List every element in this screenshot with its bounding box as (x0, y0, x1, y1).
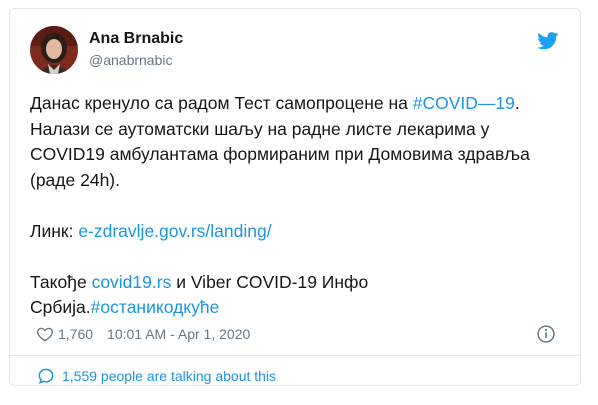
talking-about-link[interactable]: 1,559 people are talking about this (36, 366, 276, 386)
divider (10, 355, 580, 356)
text-segment: Данас кренуло са радом Тест самопроцене … (30, 93, 413, 113)
tweet-line: Линк: e-zdravlje.gov.rs/landing/ (30, 219, 565, 245)
like-count[interactable]: 1,760 (58, 326, 93, 342)
author-display-name[interactable]: Ana Brnabic (89, 29, 183, 49)
author-names: Ana Brnabic @anabrnabic (89, 29, 183, 70)
twitter-bird-icon[interactable] (537, 32, 559, 50)
hashtag-covid19[interactable]: #COVID—19 (413, 93, 515, 113)
text-segment: и Viber COVID-19 Инфо (171, 271, 369, 292)
tweet-card[interactable]: Ana Brnabic @anabrnabic Данас кренуло са… (9, 8, 581, 386)
author-avatar[interactable] (30, 26, 78, 74)
tweet-timestamp[interactable]: 10:01 AM - Apr 1, 2020 (107, 326, 250, 342)
tweet-line: Такође covid19.rs и Viber COVID-19 Инфо (30, 270, 565, 296)
text-segment: Такође (30, 271, 92, 292)
tweet-line: (раде 24h). (30, 169, 120, 190)
text-segment: . (514, 93, 520, 113)
covid19-rs-link[interactable]: covid19.rs (92, 272, 172, 292)
info-icon[interactable] (536, 324, 556, 344)
ezdravlje-link[interactable]: e-zdravlje.gov.rs/landing/ (78, 221, 271, 241)
tweet-line: Србија.#останикодкуће (30, 295, 565, 321)
tweet-line: COVID19 амбулантама формираним при Домов… (30, 144, 530, 164)
hashtag-ostanikodkuce[interactable]: #останикодкуће (91, 297, 220, 317)
text-segment: Линк: (30, 220, 79, 241)
talking-about-label[interactable]: 1,559 people are talking about this (62, 368, 276, 384)
tweet-header: Ana Brnabic @anabrnabic (30, 26, 560, 76)
tweet-line: Налази се аутоматски шаљу на радне листе… (30, 118, 490, 139)
tweet-meta: 1,760 10:01 AM - Apr 1, 2020 (36, 324, 560, 344)
heart-icon[interactable] (36, 325, 54, 343)
tweet-text: Данас кренуло са радом Тест самопроцене … (30, 91, 565, 321)
text-segment: Србија. (30, 297, 91, 317)
tweet-line: Данас кренуло са радом Тест самопроцене … (30, 91, 565, 117)
author-handle[interactable]: @anabrnabic (89, 50, 183, 70)
speech-bubble-icon (38, 368, 54, 384)
